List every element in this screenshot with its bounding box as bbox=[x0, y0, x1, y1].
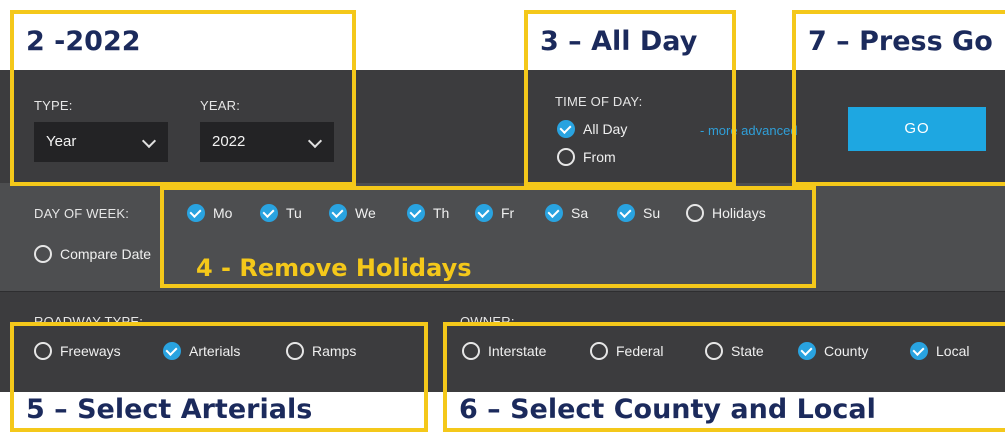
day-of-week-label: DAY OF WEEK: bbox=[34, 206, 130, 221]
callout-step-6-title: 6 – Select County and Local bbox=[459, 394, 876, 425]
callout-step-5-title: 5 – Select Arterials bbox=[26, 394, 313, 425]
callout-step-4-title: 4 - Remove Holidays bbox=[196, 254, 472, 282]
callout-step-2-title: 2 -2022 bbox=[26, 26, 141, 57]
compare-date-option[interactable]: Compare Date bbox=[34, 245, 151, 263]
callout-step-3-title: 3 – All Day bbox=[540, 26, 698, 57]
compare-date-label: Compare Date bbox=[60, 246, 152, 262]
radio-icon bbox=[34, 245, 52, 263]
callout-step-7-title: 7 – Press Go bbox=[808, 26, 993, 57]
